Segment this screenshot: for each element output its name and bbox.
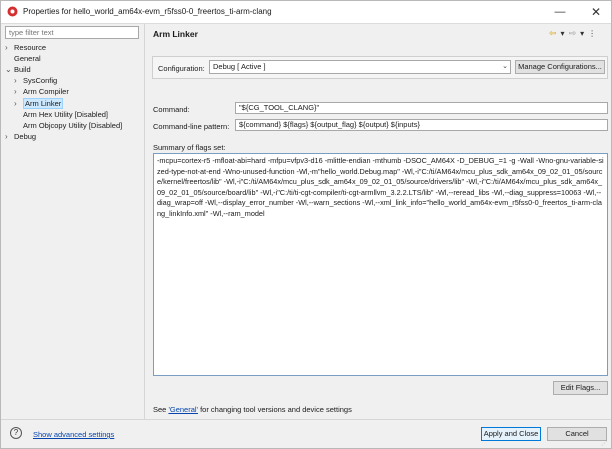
chevron-right-icon[interactable]: › xyxy=(5,42,13,53)
close-icon[interactable]: ✕ xyxy=(581,1,611,23)
tree-item-label: SysConfig xyxy=(23,76,58,86)
back-arrow-icon[interactable]: ⇦ xyxy=(549,28,557,39)
chevron-down-icon[interactable]: ⌄ xyxy=(5,64,13,75)
see-prefix: See xyxy=(153,405,169,414)
tree-item-label: Resource xyxy=(14,43,47,52)
chevron-right-icon[interactable]: › xyxy=(14,98,22,109)
configuration-group: Configuration: Debug [ Active ] ⌄ Manage… xyxy=(152,56,608,79)
help-icon[interactable]: ? xyxy=(10,427,22,439)
filter-input[interactable]: type filter text xyxy=(5,26,139,39)
title-separator xyxy=(1,23,611,24)
manage-configurations-button[interactable]: Manage Configurations... xyxy=(515,60,605,74)
tree-item-label: Arm Objcopy Utility [Disabled] xyxy=(23,120,123,130)
chevron-right-icon[interactable] xyxy=(14,109,22,120)
nav-tools: ⇦ ▾ ⇨ ▾ ⋮ xyxy=(549,27,596,39)
tree-item-label: Arm Linker xyxy=(23,97,64,109)
configuration-select[interactable]: Debug [ Active ] ⌄ xyxy=(209,60,511,74)
tree-item[interactable]: › Resource xyxy=(5,42,46,53)
minimize-icon[interactable]: — xyxy=(545,1,575,23)
tree-item-label: Debug xyxy=(14,131,37,141)
chevron-right-icon[interactable]: › xyxy=(14,86,22,97)
cancel-button[interactable]: Cancel xyxy=(547,427,607,441)
forward-dropdown-icon[interactable]: ▾ xyxy=(580,29,584,38)
summary-textarea[interactable]: -mcpu=cortex-r5 -mfloat-abi=hard -mfpu=v… xyxy=(153,153,608,376)
app-icon xyxy=(7,6,18,17)
footer-separator xyxy=(1,419,611,420)
tree-item[interactable]: Arm Hex Utility [Disabled] xyxy=(14,109,108,120)
configuration-value: Debug [ Active ] xyxy=(213,62,266,71)
command-input[interactable]: "${CG_TOOL_CLANG}" xyxy=(235,102,608,114)
pattern-label: Command-line pattern: xyxy=(153,122,230,131)
summary-text: -mcpu=cortex-r5 -mfloat-abi=hard -mfpu=v… xyxy=(157,156,604,218)
tree-item[interactable]: › Arm Compiler xyxy=(14,86,69,97)
tree-item[interactable]: › Arm Linker xyxy=(14,97,64,109)
pattern-input[interactable]: ${command} ${flags} ${output_flag} ${out… xyxy=(235,119,608,131)
tree-item-label: Arm Compiler xyxy=(23,87,69,97)
properties-dialog: Properties for hello_world_am64x-evm_r5f… xyxy=(0,0,612,449)
back-dropdown-icon[interactable]: ▾ xyxy=(561,29,565,38)
tree-item-label: Build xyxy=(14,65,31,75)
chevron-right-icon[interactable] xyxy=(14,120,22,131)
see-suffix: for changing tool versions and device se… xyxy=(197,405,352,414)
view-menu-icon[interactable]: ⋮ xyxy=(588,29,596,38)
configuration-label: Configuration: xyxy=(158,64,205,73)
command-label: Command: xyxy=(153,105,190,114)
general-link[interactable]: 'General' xyxy=(168,405,198,414)
chevron-right-icon[interactable] xyxy=(5,53,13,64)
title-bar: Properties for hello_world_am64x-evm_r5f… xyxy=(1,1,611,23)
tree-item[interactable]: Arm Objcopy Utility [Disabled] xyxy=(14,120,122,131)
see-general-line: See 'General' for changing tool versions… xyxy=(153,405,352,414)
tree-item[interactable]: › Debug xyxy=(5,131,36,142)
tree-item[interactable]: ⌄ Build xyxy=(5,64,31,75)
chevron-right-icon[interactable]: › xyxy=(5,131,13,142)
tree-item-label: Arm Hex Utility [Disabled] xyxy=(23,109,109,119)
panel-divider[interactable] xyxy=(144,24,145,419)
tree-item[interactable]: General xyxy=(5,53,41,64)
window-title: Properties for hello_world_am64x-evm_r5f… xyxy=(23,7,272,16)
chevron-down-icon: ⌄ xyxy=(502,63,508,70)
resize-grip-icon[interactable]: ⋰ xyxy=(601,440,610,449)
apply-and-close-button[interactable]: Apply and Close xyxy=(481,427,541,441)
tree-item-label: General xyxy=(14,54,41,64)
page-title: Arm Linker xyxy=(153,29,198,39)
edit-flags-button[interactable]: Edit Flags... xyxy=(553,381,608,395)
chevron-right-icon[interactable]: › xyxy=(14,75,22,86)
tree-item[interactable]: › SysConfig xyxy=(14,75,57,86)
summary-label: Summary of flags set: xyxy=(153,143,226,152)
forward-arrow-icon[interactable]: ⇨ xyxy=(569,28,577,39)
show-advanced-settings-link[interactable]: Show advanced settings xyxy=(33,430,114,439)
